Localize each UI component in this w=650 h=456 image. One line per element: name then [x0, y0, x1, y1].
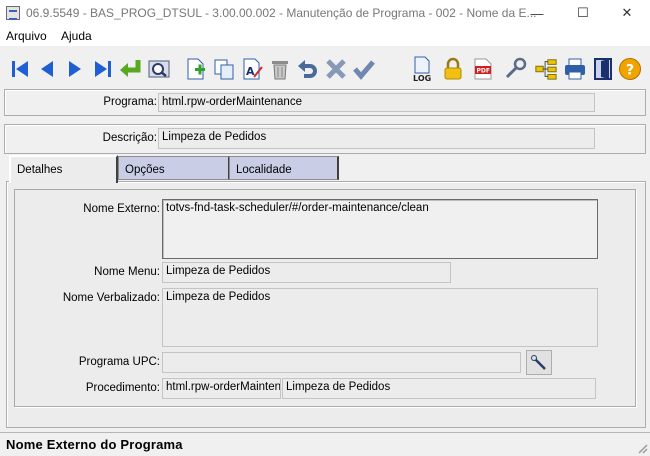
edit-icon[interactable]: A	[240, 57, 264, 81]
confirm-icon[interactable]	[352, 57, 376, 81]
nome-externo-field[interactable]: totvs-fnd-task-scheduler/#/order-mainten…	[162, 199, 598, 259]
menu-bar: Arquivo Ajuda	[0, 26, 650, 46]
log-label: LOG	[413, 74, 431, 82]
tab-localidade[interactable]: Localidade	[229, 156, 339, 180]
tab-detalhes[interactable]: Detalhes	[9, 155, 118, 183]
pdf-icon[interactable]: PDF	[471, 57, 495, 81]
programa-field[interactable]: html.rpw-orderMaintenance	[158, 93, 595, 112]
procedimento-label: Procedimento:	[85, 382, 160, 394]
programa-upc-label: Programa UPC:	[78, 356, 160, 368]
log-icon[interactable]: LOG	[410, 56, 434, 82]
next-icon[interactable]	[63, 57, 87, 81]
go-to-icon[interactable]	[118, 57, 142, 81]
nome-menu-field[interactable]: Limpeza de Pedidos	[162, 262, 451, 283]
descricao-label: Descrição:	[102, 132, 157, 144]
nome-verbalizado-label: Nome Verbalizado:	[62, 292, 160, 304]
close-button[interactable]: ✕	[604, 0, 650, 26]
resize-grip-icon[interactable]	[636, 442, 648, 454]
exit-icon[interactable]	[591, 57, 615, 81]
undo-icon[interactable]	[296, 57, 320, 81]
delete-icon[interactable]	[268, 57, 292, 81]
window-title: 06.9.5549 - BAS_PROG_DTSUL - 3.00.00.002…	[26, 6, 537, 20]
title-bar: 06.9.5549 - BAS_PROG_DTSUL - 3.00.00.002…	[0, 0, 650, 26]
last-icon[interactable]	[91, 57, 115, 81]
maximize-button[interactable]: ☐	[560, 0, 606, 26]
previous-icon[interactable]	[35, 57, 59, 81]
help-icon[interactable]: ?	[618, 57, 642, 81]
menu-ajuda[interactable]: Ajuda	[61, 29, 92, 43]
search-icon[interactable]	[147, 57, 171, 81]
status-bar: Nome Externo do Programa	[0, 432, 650, 456]
lock-icon[interactable]	[441, 57, 465, 81]
status-text: Nome Externo do Programa	[6, 437, 183, 452]
help-label: ?	[626, 63, 634, 79]
menu-arquivo[interactable]: Arquivo	[6, 29, 47, 43]
procedimento-desc-field: Limpeza de Pedidos	[282, 378, 596, 399]
first-icon[interactable]	[8, 57, 32, 81]
copy-icon[interactable]	[212, 57, 236, 81]
nome-menu-label: Nome Menu:	[94, 266, 160, 278]
print-icon[interactable]	[563, 57, 587, 81]
app-icon	[6, 6, 20, 20]
procedimento-code-field[interactable]: html.rpw-orderMaintenar	[162, 378, 281, 399]
settings-icon[interactable]	[503, 57, 527, 81]
add-icon[interactable]	[184, 57, 208, 81]
toolbar: A LOG PDF ?	[0, 48, 650, 88]
hierarchy-icon[interactable]	[534, 57, 558, 81]
wand-icon	[531, 354, 546, 370]
nome-verbalizado-field[interactable]: Limpeza de Pedidos	[162, 288, 598, 347]
descricao-field[interactable]: Limpeza de Pedidos	[158, 128, 595, 149]
tab-opcoes[interactable]: Opções	[118, 156, 230, 180]
programa-upc-field[interactable]	[162, 352, 521, 373]
programa-label: Programa:	[103, 96, 157, 108]
nome-externo-label: Nome Externo:	[83, 203, 160, 215]
cancel-icon[interactable]	[324, 57, 348, 81]
minimize-button[interactable]: —	[514, 0, 560, 26]
upc-search-button[interactable]	[526, 350, 552, 375]
pdf-label: PDF	[477, 68, 490, 75]
